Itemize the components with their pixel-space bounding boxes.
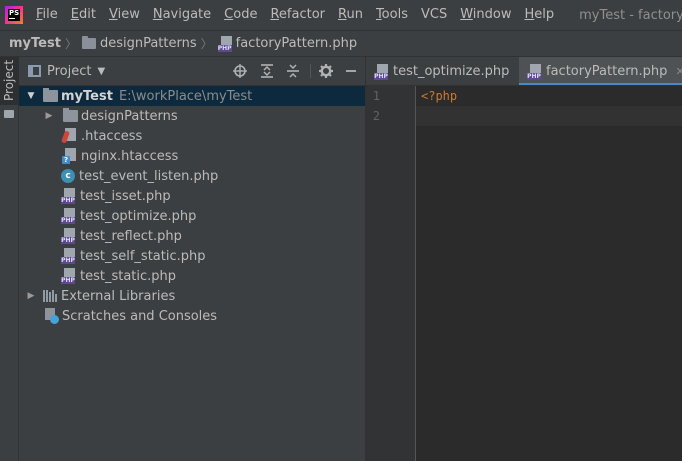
locate-icon[interactable] bbox=[232, 63, 248, 79]
tree-row-htaccess[interactable]: .htaccess bbox=[19, 126, 365, 146]
htaccess-unknown-icon: ? bbox=[62, 148, 78, 164]
htaccess-icon bbox=[61, 128, 78, 144]
line-number: 2 bbox=[372, 109, 380, 123]
tree-row-label: myTest bbox=[61, 88, 113, 104]
folder-icon bbox=[63, 108, 78, 122]
editor-gutter: 1 2 bbox=[365, 86, 416, 461]
left-tool-stripe: Project bbox=[0, 57, 19, 461]
folder-icon bbox=[43, 88, 58, 102]
code-editor[interactable]: <?php bbox=[416, 86, 682, 461]
collapse-all-icon[interactable] bbox=[285, 63, 301, 79]
tree-row-label: designPatterns bbox=[81, 108, 178, 124]
tree-row-label: nginx.htaccess bbox=[81, 148, 179, 164]
phpstorm-logo-icon[interactable]: PS bbox=[5, 6, 23, 24]
php-file-icon: PHP bbox=[61, 228, 77, 244]
project-tool-window: Project ▼ ▼ myTest E:\workPlace\myTest ▶ bbox=[19, 57, 365, 461]
breadcrumb-separator: 〉 bbox=[200, 37, 213, 51]
tree-row-label: External Libraries bbox=[61, 288, 176, 304]
breadcrumb-separator: 〉 bbox=[64, 37, 77, 51]
chevron-down-icon[interactable]: ▼ bbox=[25, 91, 37, 101]
breadcrumb-file-label: factoryPattern.php bbox=[235, 36, 358, 51]
menu-window[interactable]: Window bbox=[455, 0, 519, 30]
tree-row-nginx-htaccess[interactable]: ? nginx.htaccess bbox=[19, 146, 365, 166]
tree-row-test-self-static[interactable]: PHP test_self_static.php bbox=[19, 246, 365, 266]
tree-row-test-static[interactable]: PHP test_static.php bbox=[19, 266, 365, 286]
menu-tools[interactable]: Tools bbox=[371, 0, 416, 30]
tree-row-label: test_optimize.php bbox=[80, 208, 197, 224]
chevron-down-icon[interactable]: ▼ bbox=[97, 66, 105, 77]
tree-row-test-reflect[interactable]: PHP test_reflect.php bbox=[19, 226, 365, 246]
php-file-icon: PHP bbox=[61, 268, 77, 284]
breadcrumb-file[interactable]: PHP factoryPattern.php bbox=[217, 35, 358, 52]
php-file-icon: PHP bbox=[374, 63, 390, 80]
line-number: 1 bbox=[372, 89, 380, 103]
hide-icon[interactable] bbox=[343, 63, 359, 79]
tree-row-test-optimize[interactable]: PHP test_optimize.php bbox=[19, 206, 365, 226]
expand-all-icon[interactable] bbox=[259, 63, 275, 79]
current-line-highlight bbox=[416, 106, 682, 126]
folder-icon bbox=[4, 110, 14, 118]
tree-row-label: test_static.php bbox=[80, 268, 177, 284]
menu-bar: PS File Edit View Navigate Code Refactor… bbox=[0, 0, 682, 30]
menu-edit[interactable]: Edit bbox=[66, 0, 104, 30]
php-file-icon: PHP bbox=[217, 35, 234, 52]
tree-row-label: Scratches and Consoles bbox=[62, 308, 218, 324]
php-file-icon: PHP bbox=[61, 188, 77, 204]
tree-row-test-isset[interactable]: PHP test_isset.php bbox=[19, 186, 365, 206]
code-line[interactable]: <?php bbox=[421, 86, 457, 106]
php-file-icon: PHP bbox=[527, 63, 543, 80]
tab-test-optimize[interactable]: PHP test_optimize.php ✕ bbox=[374, 57, 527, 85]
gear-icon[interactable] bbox=[318, 63, 334, 79]
menu-run[interactable]: Run bbox=[333, 0, 371, 30]
chevron-right-icon[interactable]: ▶ bbox=[25, 291, 37, 301]
menu-view[interactable]: View bbox=[104, 0, 148, 30]
menu-help[interactable]: Help bbox=[519, 0, 562, 30]
breadcrumb-project[interactable]: myTest bbox=[9, 36, 61, 51]
menu-file[interactable]: File bbox=[31, 0, 66, 30]
folder-icon bbox=[81, 36, 96, 49]
editor-tab-bar: PHP test_optimize.php ✕ PHP factoryPatte… bbox=[365, 57, 682, 86]
menu-navigate[interactable]: Navigate bbox=[148, 0, 219, 30]
menu-refactor[interactable]: Refactor bbox=[265, 0, 333, 30]
menu-code[interactable]: Code bbox=[219, 0, 265, 30]
tree-row-test-event-listen[interactable]: c test_event_listen.php bbox=[19, 166, 365, 186]
php-file-icon: PHP bbox=[61, 208, 77, 224]
project-tool-tab-label: Project bbox=[2, 59, 16, 101]
header-divider bbox=[310, 64, 311, 78]
chevron-right-icon[interactable]: ▶ bbox=[43, 111, 55, 121]
tab-label: factoryPattern.php bbox=[546, 64, 668, 79]
scratches-icon bbox=[43, 308, 59, 324]
library-icon bbox=[43, 290, 58, 302]
tree-row-external-libraries[interactable]: ▶ External Libraries bbox=[19, 286, 365, 306]
project-view-selector[interactable]: Project bbox=[47, 64, 91, 79]
menu-vcs[interactable]: VCS bbox=[416, 0, 455, 30]
project-view-icon bbox=[28, 65, 41, 77]
tree-row-label: .htaccess bbox=[81, 128, 143, 144]
php-class-icon: c bbox=[61, 169, 75, 183]
tree-row-label: test_isset.php bbox=[80, 188, 171, 204]
breadcrumb-folder[interactable]: designPatterns bbox=[81, 36, 197, 51]
tree-row-mytest[interactable]: ▼ myTest E:\workPlace\myTest bbox=[19, 86, 365, 106]
tree-row-label: test_self_static.php bbox=[80, 248, 206, 264]
tab-label: test_optimize.php bbox=[393, 64, 510, 79]
tree-row-label: test_event_listen.php bbox=[79, 168, 219, 184]
php-file-icon: PHP bbox=[61, 248, 77, 264]
tree-row-scratches[interactable]: Scratches and Consoles bbox=[19, 306, 365, 326]
tree-row-designpatterns[interactable]: ▶ designPatterns bbox=[19, 106, 365, 126]
tree-row-path: E:\workPlace\myTest bbox=[118, 88, 253, 104]
breadcrumb: myTest 〉 designPatterns 〉 PHP factoryPat… bbox=[0, 30, 682, 57]
close-icon[interactable]: ✕ bbox=[675, 65, 682, 78]
project-header: Project ▼ bbox=[19, 57, 365, 86]
window-title: myTest - factoryPattern.php bbox=[579, 7, 682, 23]
tree-row-label: test_reflect.php bbox=[80, 228, 182, 244]
project-tool-tab[interactable]: Project bbox=[0, 57, 19, 105]
breadcrumb-folder-label: designPatterns bbox=[99, 36, 197, 51]
tab-factory-pattern[interactable]: PHP factoryPattern.php ✕ bbox=[519, 57, 682, 85]
